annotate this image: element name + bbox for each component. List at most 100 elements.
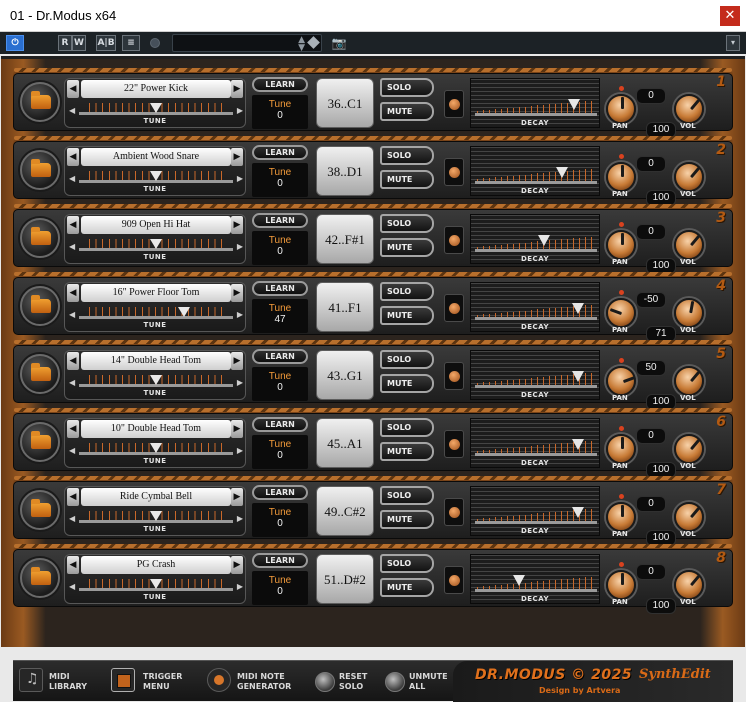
compare-button[interactable]: A|B [96, 35, 116, 51]
volume-knob[interactable] [674, 366, 704, 396]
tune-slider-handle[interactable] [150, 239, 162, 249]
pan-knob[interactable] [606, 162, 636, 192]
learn-button[interactable]: LEARN [252, 213, 308, 228]
next-sample-button[interactable]: ▶ [231, 556, 243, 574]
midi-library-icon[interactable] [19, 668, 43, 692]
solo-button[interactable]: SOLO [380, 146, 434, 165]
sample-name[interactable]: 14" Double Head Tom [81, 352, 231, 370]
learn-button[interactable]: LEARN [252, 145, 308, 160]
decay-slider[interactable] [475, 453, 597, 456]
learn-button[interactable]: LEARN [252, 417, 308, 432]
decay-slider-handle[interactable] [538, 235, 551, 246]
load-sample-button[interactable] [20, 558, 60, 598]
pan-knob[interactable] [606, 298, 636, 328]
volume-knob[interactable] [674, 162, 704, 192]
decay-slider[interactable] [475, 249, 597, 252]
next-sample-button[interactable]: ▶ [231, 216, 243, 234]
mute-button[interactable]: MUTE [380, 238, 434, 257]
midi-note-selector[interactable]: 45..A1 [316, 418, 374, 468]
tune-slider-handle[interactable] [150, 511, 162, 521]
previous-sample-button[interactable]: ◀ [67, 488, 79, 506]
tune-slider-handle[interactable] [178, 307, 191, 317]
decay-slider[interactable] [475, 317, 597, 320]
mute-button[interactable]: MUTE [380, 306, 434, 325]
sample-name[interactable]: PG Crash [81, 556, 231, 574]
read-automation-button[interactable]: R [58, 35, 72, 51]
decay-slider[interactable] [475, 521, 597, 524]
next-sample-button[interactable]: ▶ [231, 284, 243, 302]
mute-button[interactable]: MUTE [380, 442, 434, 461]
load-sample-button[interactable] [20, 218, 60, 258]
decay-slider-handle[interactable] [567, 99, 580, 110]
midi-note-selector[interactable]: 49..C#2 [316, 486, 374, 536]
sample-name[interactable]: Ride Cymbal Bell [81, 488, 231, 506]
volume-knob[interactable] [674, 230, 704, 260]
pan-knob[interactable] [606, 502, 636, 532]
sidechain-indicator-icon[interactable] [150, 38, 160, 48]
decay-slider-handle[interactable] [513, 575, 526, 586]
sample-name[interactable]: 909 Open Hi Hat [81, 216, 231, 234]
previous-sample-button[interactable]: ◀ [67, 284, 79, 302]
settings-menu-icon[interactable]: ≡ [122, 35, 140, 51]
solo-button[interactable]: SOLO [380, 282, 434, 301]
volume-knob[interactable] [674, 434, 704, 464]
reset-solo-button[interactable] [315, 672, 335, 692]
trigger-menu-button[interactable] [111, 668, 135, 692]
pan-knob[interactable] [606, 434, 636, 464]
learn-button[interactable]: LEARN [252, 349, 308, 364]
previous-sample-button[interactable]: ◀ [67, 80, 79, 98]
learn-button[interactable]: LEARN [252, 553, 308, 568]
next-sample-button[interactable]: ▶ [231, 148, 243, 166]
decay-slider-handle[interactable] [572, 303, 585, 314]
load-sample-button[interactable] [20, 354, 60, 394]
mute-button[interactable]: MUTE [380, 578, 434, 597]
tune-slider-handle[interactable] [150, 579, 162, 589]
learn-button[interactable]: LEARN [252, 485, 308, 500]
sample-name[interactable]: 16" Power Floor Tom [81, 284, 231, 302]
volume-knob[interactable] [674, 298, 704, 328]
preset-stepper-icon[interactable]: ▲ ▼ [298, 36, 305, 53]
pan-knob[interactable] [606, 570, 636, 600]
decay-slider-handle[interactable] [572, 507, 585, 518]
learn-button[interactable]: LEARN [252, 281, 308, 296]
write-automation-button[interactable]: W [72, 35, 86, 51]
mute-button[interactable]: MUTE [380, 510, 434, 529]
midi-note-selector[interactable]: 38..D1 [316, 146, 374, 196]
tune-slider-handle[interactable] [150, 103, 162, 113]
camera-icon[interactable]: 📷 [330, 35, 348, 51]
preset-selector[interactable]: ▲ ▼ [172, 34, 322, 53]
solo-button[interactable]: SOLO [380, 350, 434, 369]
close-icon[interactable]: ✕ [720, 6, 740, 26]
tune-slider-handle[interactable] [150, 375, 162, 385]
solo-button[interactable]: SOLO [380, 418, 434, 437]
load-sample-button[interactable] [20, 490, 60, 530]
next-sample-button[interactable]: ▶ [231, 80, 243, 98]
previous-sample-button[interactable]: ◀ [67, 352, 79, 370]
decay-slider[interactable] [475, 385, 597, 388]
solo-button[interactable]: SOLO [380, 486, 434, 505]
volume-knob[interactable] [674, 570, 704, 600]
decay-slider[interactable] [475, 113, 597, 116]
pan-knob[interactable] [606, 230, 636, 260]
volume-knob[interactable] [674, 502, 704, 532]
solo-button[interactable]: SOLO [380, 214, 434, 233]
unmute-all-button[interactable] [385, 672, 405, 692]
previous-sample-button[interactable]: ◀ [67, 216, 79, 234]
mute-button[interactable]: MUTE [380, 102, 434, 121]
next-sample-button[interactable]: ▶ [231, 488, 243, 506]
mute-button[interactable]: MUTE [380, 374, 434, 393]
learn-button[interactable]: LEARN [252, 77, 308, 92]
solo-button[interactable]: SOLO [380, 78, 434, 97]
midi-note-generator-button[interactable] [207, 668, 231, 692]
decay-slider[interactable] [475, 589, 597, 592]
midi-note-selector[interactable]: 51..D#2 [316, 554, 374, 604]
midi-note-selector[interactable]: 43..G1 [316, 350, 374, 400]
next-sample-button[interactable]: ▶ [231, 352, 243, 370]
midi-note-selector[interactable]: 42..F#1 [316, 214, 374, 264]
chevron-down-icon[interactable]: ▾ [726, 35, 740, 51]
sample-name[interactable]: Ambient Wood Snare [81, 148, 231, 166]
previous-sample-button[interactable]: ◀ [67, 420, 79, 438]
decay-slider-handle[interactable] [555, 167, 568, 178]
decay-slider-handle[interactable] [572, 371, 585, 382]
load-sample-button[interactable] [20, 82, 60, 122]
